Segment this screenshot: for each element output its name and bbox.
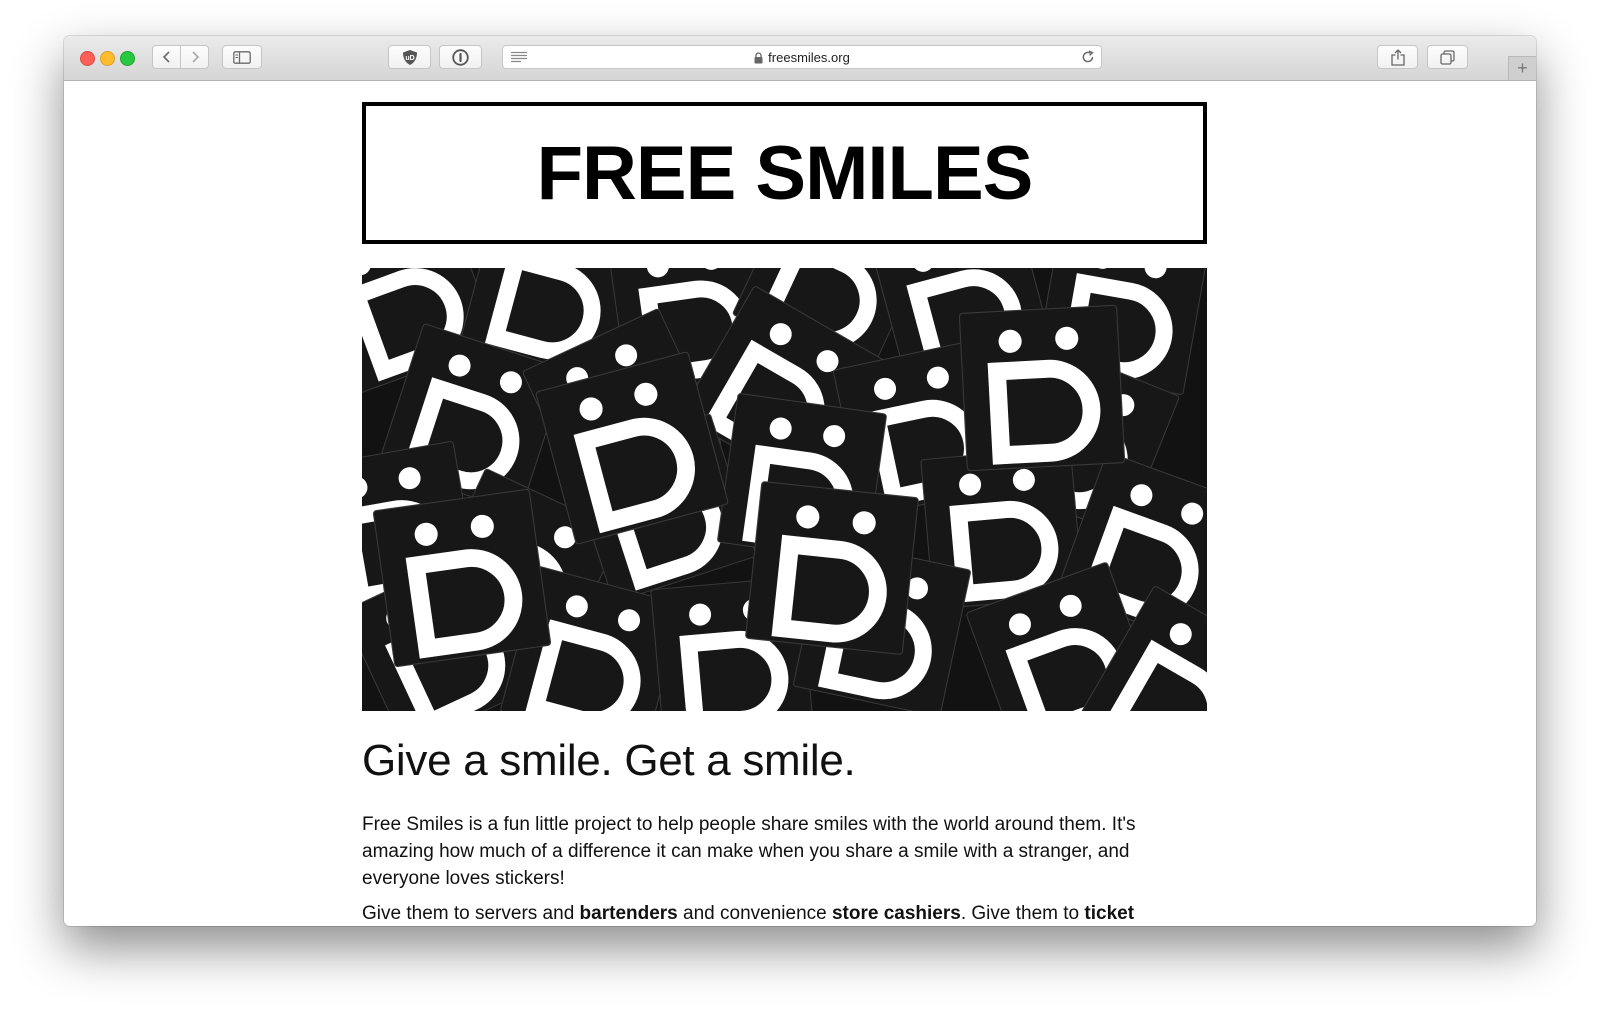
password-icon — [452, 48, 469, 66]
back-icon — [162, 51, 170, 63]
share-icon — [1390, 48, 1405, 66]
site-title[interactable]: FREE SMILES — [362, 102, 1207, 244]
forward-button[interactable] — [180, 45, 209, 69]
minimize-window-button[interactable] — [100, 51, 115, 66]
smiley-sticker — [745, 481, 918, 654]
sidebar-icon — [233, 50, 251, 64]
headline: Give a smile. Get a smile. — [362, 736, 856, 785]
page-column: FREE SMILES Give a smile. Get a smile. F… — [362, 81, 1207, 926]
second-paragraph: Give them to servers and bartenders and … — [362, 900, 1207, 926]
browser-toolbar: uD freesmiles.org + — [64, 36, 1536, 81]
reload-icon[interactable] — [1081, 50, 1095, 64]
para2-text-e: . Give them to — [960, 903, 1085, 924]
plus-icon: + — [1517, 58, 1528, 78]
zoom-window-button[interactable] — [120, 51, 135, 66]
smiley-sticker — [373, 489, 551, 667]
forward-icon — [191, 51, 199, 63]
smiley-sticker — [959, 305, 1125, 471]
shield-icon: uD — [402, 49, 417, 65]
smiley-stickers-illustration — [362, 268, 1207, 711]
url-text: freesmiles.org — [768, 50, 850, 65]
sidebar-button[interactable] — [222, 45, 262, 69]
para2-store-cashiers: store cashiers — [831, 903, 961, 924]
address-url[interactable]: freesmiles.org — [503, 50, 1101, 65]
new-tab-button[interactable]: + — [1508, 56, 1536, 80]
show-tabs-button[interactable] — [1427, 45, 1468, 69]
address-bar[interactable]: freesmiles.org — [502, 45, 1102, 69]
share-button[interactable] — [1377, 45, 1418, 69]
back-button[interactable] — [152, 45, 181, 69]
para2-text-a: Give them to servers and — [362, 903, 580, 924]
svg-text:uD: uD — [405, 55, 414, 62]
para2-ticket: ticket — [1084, 903, 1135, 924]
tabs-icon — [1440, 49, 1455, 65]
para2-text-c: and convenience — [677, 903, 832, 924]
ublock-extension-button[interactable]: uD — [388, 45, 431, 69]
hero-image — [362, 268, 1207, 711]
browser-window: uD freesmiles.org + FREE SMILES Give a s… — [64, 36, 1536, 926]
intro-paragraph: Free Smiles is a fun little project to h… — [362, 814, 1136, 889]
page-content: FREE SMILES Give a smile. Get a smile. F… — [64, 81, 1536, 926]
lock-icon — [754, 51, 763, 63]
password-manager-button[interactable] — [439, 45, 482, 69]
close-window-button[interactable] — [80, 51, 95, 66]
para2-bartenders: bartenders — [579, 903, 678, 924]
